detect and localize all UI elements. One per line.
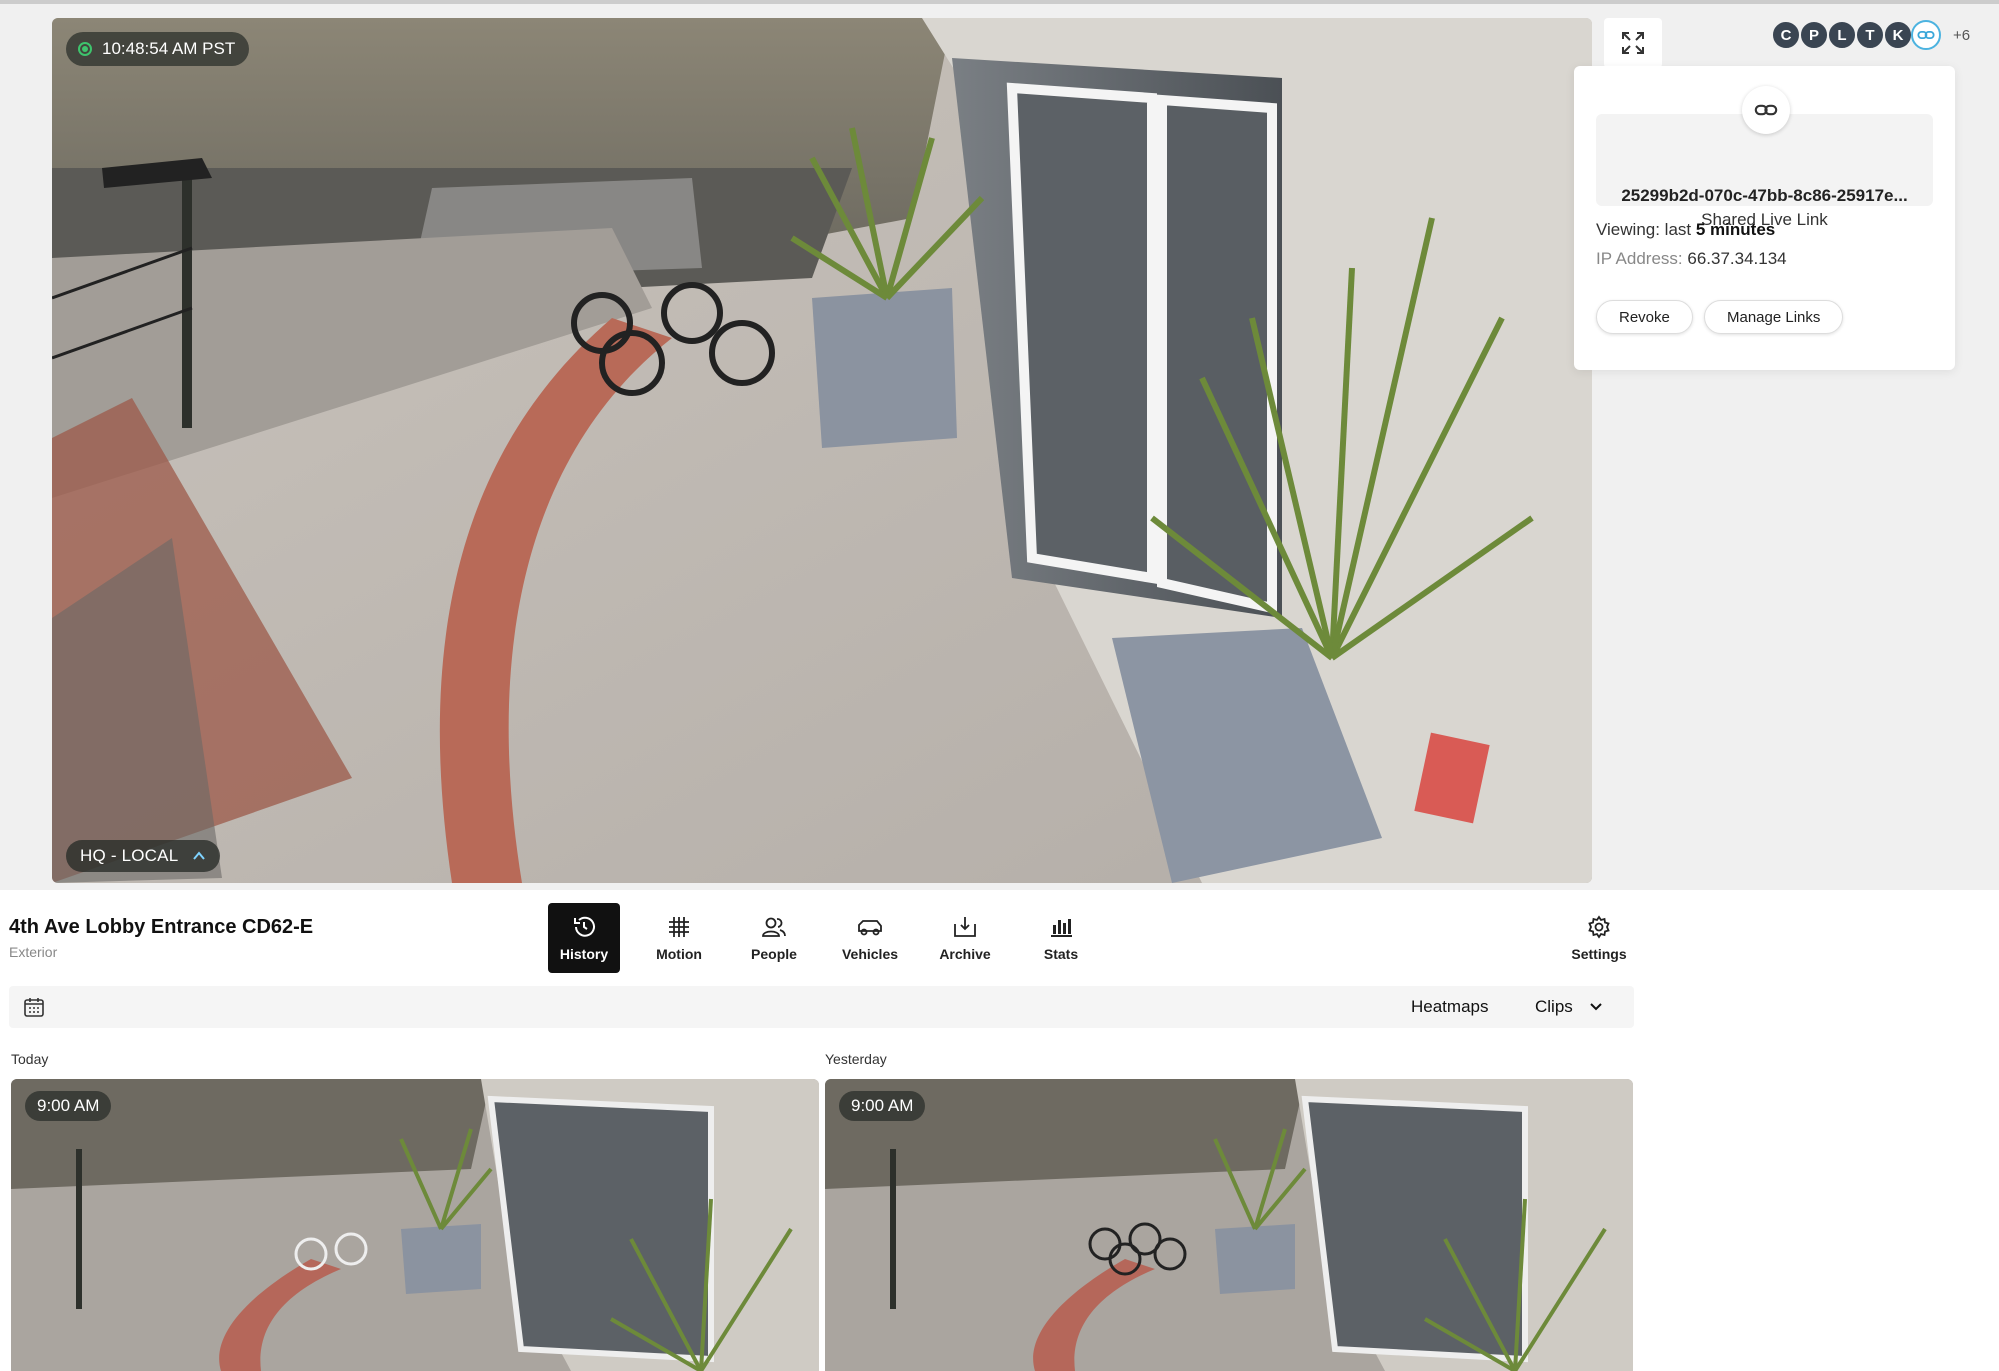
tab-stats[interactable]: Stats [1025, 903, 1097, 973]
vehicle-icon [858, 920, 882, 936]
viewing-duration: Viewing: last 5 minutes [1596, 220, 1775, 240]
live-timestamp: 10:48:54 AM PST [66, 32, 250, 66]
live-indicator-icon [78, 42, 92, 56]
viewing-value: 5 minutes [1695, 220, 1776, 239]
thumbnail-scene [11, 1079, 819, 1371]
tab-archive[interactable]: Archive [929, 903, 1001, 973]
revoke-button[interactable]: Revoke [1596, 300, 1693, 334]
stats-icon [1051, 919, 1072, 937]
tab-label: Archive [939, 946, 991, 962]
timestamp-text: 10:48:54 AM PST [102, 39, 236, 58]
thumbnail-scene [825, 1079, 1633, 1371]
camera-details-panel: 4th Ave Lobby Entrance CD62-E Exterior H… [0, 890, 1999, 1371]
settings-button[interactable]: Settings [1563, 903, 1635, 973]
tab-label: Vehicles [841, 946, 899, 962]
avatar[interactable]: C [1771, 20, 1801, 50]
link-badge [1742, 86, 1790, 134]
fullscreen-button[interactable] [1604, 18, 1662, 68]
link-icon [1754, 104, 1778, 116]
history-day-label: Today [11, 1051, 49, 1067]
live-view-area: 10:48:54 AM PST HQ - LOCAL C P L T K +6 … [0, 0, 1999, 890]
archive-icon [954, 917, 976, 937]
tab-label: History [559, 946, 609, 962]
history-thumbnail[interactable]: 9:00 AM [825, 1079, 1633, 1371]
avatar[interactable]: K [1883, 20, 1913, 50]
ip-value: 66.37.34.134 [1687, 249, 1787, 268]
people-icon [762, 917, 786, 937]
shared-link-avatar[interactable] [1911, 20, 1941, 50]
tab-label: Stats [1043, 946, 1079, 962]
manage-links-button[interactable]: Manage Links [1704, 300, 1844, 334]
camera-location: Exterior [9, 944, 58, 960]
viewer-avatars: C P L T K +6 [1771, 20, 1970, 50]
link-id: 25299b2d-070c-47bb-8c86-25917e... [1621, 186, 1908, 205]
chevron-down-icon [1590, 1003, 1602, 1011]
tab-history[interactable]: History [548, 903, 620, 973]
more-viewers-count[interactable]: +6 [1953, 27, 1970, 44]
ip-label: IP Address: [1596, 249, 1683, 268]
tab-label: Settings [1571, 946, 1627, 962]
stream-quality-selector[interactable]: HQ - LOCAL [66, 840, 221, 872]
tab-vehicles[interactable]: Vehicles [834, 903, 906, 973]
clips-dropdown[interactable]: Clips [1535, 997, 1603, 1017]
grid-icon [669, 917, 689, 937]
expand-icon [1622, 32, 1644, 54]
history-icon [574, 916, 595, 937]
avatar[interactable]: T [1855, 20, 1885, 50]
history-day-label: Yesterday [825, 1051, 887, 1067]
calendar-icon[interactable] [23, 996, 45, 1018]
camera-feed[interactable] [52, 18, 1592, 883]
viewing-prefix: Viewing: last [1596, 220, 1692, 239]
link-icon [1917, 30, 1935, 40]
history-thumbnail[interactable]: 9:00 AM [11, 1079, 819, 1371]
chevron-up-icon [193, 851, 206, 860]
tab-people[interactable]: People [738, 903, 810, 973]
avatar[interactable]: P [1799, 20, 1829, 50]
avatar[interactable]: L [1827, 20, 1857, 50]
tab-motion[interactable]: Motion [643, 903, 715, 973]
heatmaps-toggle[interactable]: Heatmaps [1411, 997, 1488, 1017]
clips-label: Clips [1535, 997, 1573, 1016]
gear-icon [1588, 915, 1610, 939]
tab-label: People [751, 946, 797, 962]
thumbnail-time: 9:00 AM [839, 1091, 926, 1121]
thumbnail-time: 9:00 AM [25, 1091, 112, 1121]
tab-label: Motion [656, 946, 702, 962]
camera-name: 4th Ave Lobby Entrance CD62-E [9, 916, 314, 938]
quality-label: HQ - LOCAL [80, 846, 179, 865]
camera-scene [52, 18, 1592, 883]
history-toolbar: Heatmaps Clips [9, 986, 1634, 1028]
ip-address: IP Address: 66.37.34.134 [1596, 249, 1787, 269]
shared-link-popup: 25299b2d-070c-47bb-8c86-25917e... Shared… [1574, 66, 1955, 370]
